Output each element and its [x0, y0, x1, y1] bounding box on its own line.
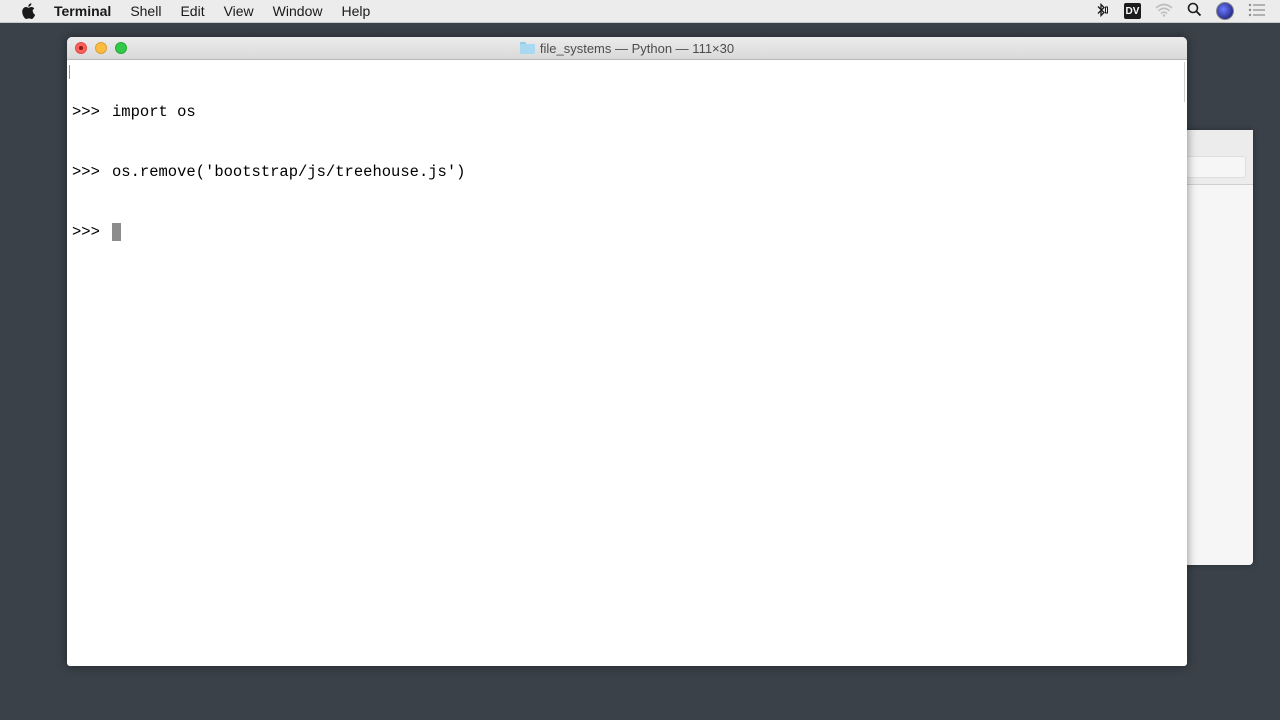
- menu-edit[interactable]: Edit: [180, 3, 204, 19]
- bluetooth-icon[interactable]: [1094, 2, 1110, 21]
- terminal-content[interactable]: >>> import os >>> os.remove('bootstrap/js/…: [72, 62, 1182, 666]
- window-title: file_systems — Python — 111×30: [519, 40, 735, 56]
- text-cursor: [112, 223, 121, 241]
- user-avatar-icon[interactable]: [1216, 2, 1234, 20]
- menu-view[interactable]: View: [224, 3, 254, 19]
- status-menus: DV: [1094, 0, 1280, 22]
- menu-shell[interactable]: Shell: [130, 3, 161, 19]
- terminal-line-text: import os: [112, 103, 196, 121]
- terminal-line-text: os.remove('bootstrap/js/treehouse.js'): [112, 163, 466, 181]
- menu-window[interactable]: Window: [273, 3, 323, 19]
- notification-center-icon[interactable]: [1248, 3, 1266, 20]
- scroll-indicator[interactable]: [1184, 62, 1186, 102]
- terminal-line: >>> import os: [72, 102, 1182, 122]
- background-window-field: [1184, 156, 1246, 178]
- wifi-icon[interactable]: [1155, 3, 1173, 20]
- menu-bar: Terminal Shell Edit View Window Help DV: [0, 0, 1280, 23]
- python-prompt: >>>: [72, 223, 100, 241]
- apple-menu-icon[interactable]: [20, 3, 36, 19]
- menu-app-name[interactable]: Terminal: [54, 3, 111, 19]
- window-controls: [75, 42, 135, 54]
- terminal-line: >>>: [72, 222, 1182, 242]
- dv-badge-icon[interactable]: DV: [1124, 3, 1141, 19]
- window-title-text: file_systems — Python — 111×30: [539, 40, 735, 56]
- menu-help[interactable]: Help: [341, 3, 370, 19]
- folder-icon: [519, 42, 535, 54]
- python-prompt: >>>: [72, 103, 100, 121]
- terminal-line: >>> os.remove('bootstrap/js/treehouse.js'…: [72, 162, 1182, 182]
- spotlight-search-icon[interactable]: [1187, 2, 1202, 20]
- background-window-toolbar: [1180, 130, 1253, 185]
- terminal-window[interactable]: file_systems — Python — 111×30 >>> import…: [67, 37, 1187, 666]
- python-prompt: >>>: [72, 163, 100, 181]
- window-titlebar[interactable]: file_systems — Python — 111×30: [67, 37, 1187, 60]
- zoom-button[interactable]: [115, 42, 127, 54]
- close-button[interactable]: [75, 42, 87, 54]
- minimize-button[interactable]: [95, 42, 107, 54]
- terminal-mark-left: [69, 65, 70, 79]
- background-window[interactable]: [1180, 130, 1253, 565]
